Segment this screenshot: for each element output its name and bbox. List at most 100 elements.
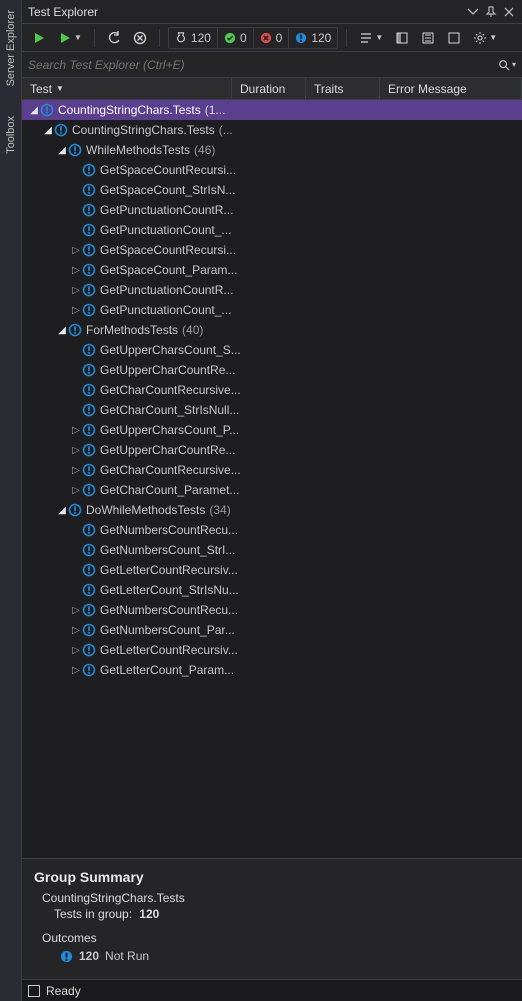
expand-icon[interactable]: ▷ (70, 645, 82, 656)
expand-icon[interactable]: ▷ (70, 305, 82, 316)
notrun-icon (82, 203, 96, 217)
counter-pass-value: 0 (240, 31, 247, 45)
collapse-icon[interactable]: ◢ (42, 125, 54, 136)
tree-row[interactable]: ▷GetUpperCharCountRe... (22, 440, 522, 460)
notrun-icon (82, 263, 96, 277)
tree-row[interactable]: ▷GetSpaceCount_StrIsN... (22, 180, 522, 200)
notrun-icon (82, 663, 96, 677)
expand-icon[interactable]: ▷ (70, 265, 82, 276)
settings-button[interactable]: ▼ (469, 27, 501, 49)
tree-row[interactable]: ▷GetLetterCount_StrIsNu... (22, 580, 522, 600)
tree-row[interactable]: ▷GetPunctuationCount_... (22, 300, 522, 320)
expand-icon[interactable]: ▷ (70, 465, 82, 476)
tree-row[interactable]: ▷GetUpperCharCountRe... (22, 360, 522, 380)
notrun-icon (68, 503, 82, 517)
layout-button-3[interactable] (443, 27, 465, 49)
tree-row-label: GetPunctuationCountR... (100, 203, 233, 217)
counter-fail[interactable]: 0 (254, 28, 290, 48)
tree-row-label: GetUpperCharCountRe... (100, 363, 235, 377)
tree-row-label: WhileMethodsTests (86, 143, 190, 157)
tree-row-count: (40) (182, 323, 203, 337)
layout-button-1[interactable] (391, 27, 413, 49)
tree-row[interactable]: ▷GetNumbersCount_StrI... (22, 540, 522, 560)
tree-row[interactable]: ▷GetCharCount_StrIsNull... (22, 400, 522, 420)
notrun-icon (82, 343, 96, 357)
column-test[interactable]: Test▼ (22, 78, 232, 99)
tree-row[interactable]: ▷GetNumbersCountRecu... (22, 600, 522, 620)
tree-row[interactable]: ▷GetLetterCountRecursiv... (22, 560, 522, 580)
tree-row[interactable]: ▷GetUpperCharsCount_S... (22, 340, 522, 360)
cancel-button[interactable] (129, 27, 151, 49)
collapse-icon[interactable]: ◢ (56, 145, 68, 156)
tree-row[interactable]: ▷GetNumbersCountRecu... (22, 520, 522, 540)
tree-row-label: GetSpaceCountRecursi... (100, 163, 236, 177)
tree-row[interactable]: ◢DoWhileMethodsTests (34) (22, 500, 522, 520)
notrun-icon (82, 303, 96, 317)
tree-row-count: (34) (209, 503, 230, 517)
tree-row-count: (1... (205, 103, 226, 117)
run-all-button[interactable] (28, 27, 50, 49)
tree-row-label: GetCharCountRecursive... (100, 383, 241, 397)
tree-row-label: CountingStringChars.Tests (72, 123, 215, 137)
search-icon[interactable]: ▾ (498, 58, 516, 72)
notrun-icon (82, 403, 96, 417)
tree-row[interactable]: ◢CountingStringChars.Tests (... (22, 120, 522, 140)
expand-icon[interactable]: ▷ (70, 425, 82, 436)
tree-row[interactable]: ▷GetLetterCountRecursiv... (22, 640, 522, 660)
tree-row[interactable]: ▷GetPunctuationCountR... (22, 200, 522, 220)
tree-row[interactable]: ▷ GetLetterCount_Param... (22, 660, 522, 680)
tree-row[interactable]: ◢WhileMethodsTests (46) (22, 140, 522, 160)
expand-icon[interactable]: ▷ (70, 445, 82, 456)
notrun-icon (82, 643, 96, 657)
tree-row-label: GetLetterCount_Param... (100, 663, 234, 677)
tree-row[interactable]: ◢ForMethodsTests (40) (22, 320, 522, 340)
tree-row[interactable]: ▷GetCharCount_Paramet... (22, 480, 522, 500)
window-menu-icon[interactable] (466, 5, 480, 19)
expand-icon[interactable]: ▷ (70, 245, 82, 256)
notrun-icon (82, 603, 96, 617)
column-headers: Test▼ Duration Traits Error Message (22, 78, 522, 100)
tree-row[interactable]: ▷GetSpaceCountRecursi... (22, 160, 522, 180)
tree-row[interactable]: ▷GetNumbersCount_Par... (22, 620, 522, 640)
column-duration[interactable]: Duration (232, 78, 306, 99)
expand-icon[interactable]: ▷ (70, 625, 82, 636)
tree-row[interactable]: ▷GetUpperCharsCount_P... (22, 420, 522, 440)
repeat-button[interactable] (103, 27, 125, 49)
notrun-icon (60, 950, 73, 963)
tree-row[interactable]: ▷GetCharCountRecursive... (22, 380, 522, 400)
counter-total[interactable]: 120 (169, 28, 218, 48)
tree-row[interactable]: ▷GetPunctuationCount_... (22, 220, 522, 240)
counter-pass[interactable]: 0 (218, 28, 254, 48)
tree-row[interactable]: ▷GetSpaceCountRecursi... (22, 240, 522, 260)
summary-outcomes-label: Outcomes (42, 931, 510, 945)
expand-icon[interactable]: ▷ (70, 605, 82, 616)
notrun-icon (40, 103, 54, 117)
pin-icon[interactable] (484, 5, 498, 19)
close-icon[interactable] (502, 5, 516, 19)
expand-icon[interactable]: ▷ (70, 285, 82, 296)
tree-row-label: GetNumbersCount_StrI... (100, 543, 235, 557)
tree-row[interactable]: ▷ GetSpaceCount_Param... (22, 260, 522, 280)
collapse-icon[interactable]: ◢ (56, 505, 68, 516)
playlist-button[interactable]: ▼ (355, 27, 387, 49)
tree-row[interactable]: ◢CountingStringChars.Tests (1... (22, 100, 522, 120)
counter-notrun[interactable]: 120 (289, 28, 337, 48)
expand-icon[interactable]: ▷ (70, 665, 82, 676)
run-button[interactable]: ▼ (54, 27, 86, 49)
expand-icon[interactable]: ▷ (70, 485, 82, 496)
tree-row[interactable]: ▷GetCharCountRecursive... (22, 460, 522, 480)
status-text: Ready (46, 984, 81, 998)
side-tab-server-explorer[interactable]: Server Explorer (3, 4, 19, 92)
side-tab-toolbox[interactable]: Toolbox (3, 110, 19, 160)
column-error[interactable]: Error Message (380, 78, 522, 99)
notrun-icon (82, 223, 96, 237)
collapse-icon[interactable]: ◢ (28, 105, 40, 116)
tree-row[interactable]: ▷GetPunctuationCountR... (22, 280, 522, 300)
column-traits[interactable]: Traits (306, 78, 380, 99)
layout-button-2[interactable] (417, 27, 439, 49)
summary-heading: Group Summary (34, 869, 510, 885)
search-input[interactable] (28, 58, 498, 72)
test-tree[interactable]: ◢CountingStringChars.Tests (1...◢Countin… (22, 100, 522, 858)
collapse-icon[interactable]: ◢ (56, 325, 68, 336)
tree-row-label: GetSpaceCount_Param... (100, 263, 237, 277)
